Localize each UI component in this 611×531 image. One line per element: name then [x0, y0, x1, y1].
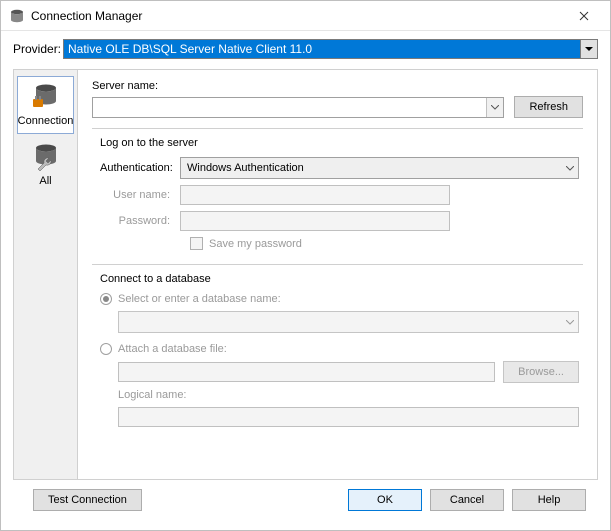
provider-label: Provider: [13, 42, 63, 56]
test-connection-button[interactable]: Test Connection [33, 489, 142, 511]
authentication-label: Authentication: [100, 162, 180, 174]
refresh-button[interactable]: Refresh [514, 96, 583, 118]
chevron-down-icon [561, 312, 578, 332]
window-title: Connection Manager [31, 9, 562, 23]
logical-name-input [118, 407, 579, 427]
radio-attach-file[interactable]: Attach a database file: [100, 343, 579, 355]
logon-group-title: Log on to the server [100, 137, 579, 149]
cancel-button[interactable]: Cancel [430, 489, 504, 511]
database-wrench-icon [30, 141, 62, 173]
password-input [180, 211, 450, 231]
title-bar: Connection Manager [1, 1, 610, 31]
sidebar-item-connection[interactable]: Connection [17, 76, 74, 134]
username-input [180, 185, 450, 205]
logon-group: Log on to the server Authentication: Win… [92, 128, 583, 260]
browse-button: Browse... [503, 361, 579, 383]
provider-row: Provider: Native OLE DB\SQL Server Nativ… [13, 39, 598, 59]
provider-value: Native OLE DB\SQL Server Native Client 1… [68, 42, 312, 56]
radio-icon [100, 293, 112, 305]
authentication-select[interactable]: Windows Authentication [180, 157, 579, 179]
authentication-value: Windows Authentication [187, 162, 304, 174]
server-name-label: Server name: [92, 80, 583, 92]
save-password-checkbox: Save my password [190, 237, 579, 250]
save-password-label: Save my password [209, 238, 302, 250]
sidebar-item-label: All [39, 175, 51, 187]
server-name-combo[interactable] [92, 97, 504, 118]
chevron-down-icon [561, 158, 578, 178]
provider-select[interactable]: Native OLE DB\SQL Server Native Client 1… [63, 39, 598, 59]
chevron-down-icon [486, 98, 503, 117]
database-plug-icon [30, 81, 62, 113]
connection-manager-window: Connection Manager Provider: Native OLE … [0, 0, 611, 531]
footer: Test Connection OK Cancel Help [13, 480, 598, 520]
sidebar: Connection All [14, 70, 78, 479]
app-icon [9, 8, 25, 24]
username-label: User name: [100, 189, 180, 201]
database-group: Connect to a database Select or enter a … [92, 264, 583, 437]
dropdown-arrow-icon [580, 40, 597, 58]
sidebar-item-label: Connection [18, 115, 74, 127]
ok-button[interactable]: OK [348, 489, 422, 511]
help-button[interactable]: Help [512, 489, 586, 511]
database-name-combo[interactable] [118, 311, 579, 333]
checkbox-icon [190, 237, 203, 250]
password-label: Password: [100, 215, 180, 227]
radio-attach-label: Attach a database file: [118, 343, 227, 355]
body-row: Connection All Server name: [13, 69, 598, 480]
content-area: Provider: Native OLE DB\SQL Server Nativ… [1, 31, 610, 530]
logical-name-label: Logical name: [118, 389, 198, 401]
radio-icon [100, 343, 112, 355]
database-group-title: Connect to a database [100, 273, 579, 285]
sidebar-item-all[interactable]: All [17, 136, 74, 194]
attach-file-input [118, 362, 495, 382]
radio-select-database[interactable]: Select or enter a database name: [100, 293, 579, 305]
radio-select-label: Select or enter a database name: [118, 293, 281, 305]
main-panel: Server name: Refresh Log on to the serve… [78, 70, 597, 479]
close-button[interactable] [562, 1, 606, 30]
